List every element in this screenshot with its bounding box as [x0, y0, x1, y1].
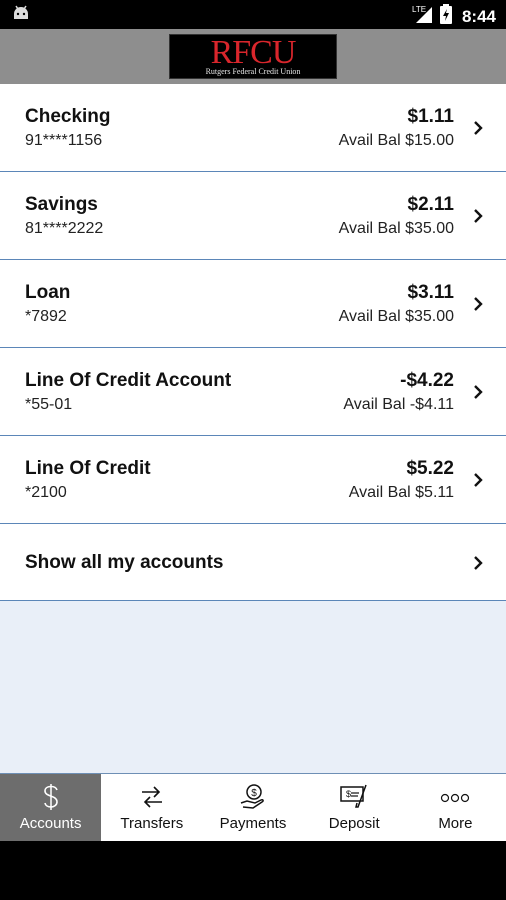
account-number: 81****2222	[25, 220, 104, 237]
tab-transfers[interactable]: Transfers	[101, 774, 202, 841]
accounts-list: Checking 91****1156 $1.11 Avail Bal $15.…	[0, 84, 506, 773]
tab-label: Deposit	[328, 815, 380, 832]
account-row-line-of-credit[interactable]: Line Of Credit *2100 $5.22 Avail Bal $5.…	[0, 436, 506, 524]
chevron-right-icon	[474, 121, 483, 135]
android-icon	[12, 5, 30, 26]
account-name: Line Of Credit	[25, 458, 151, 479]
account-balance: $2.11	[407, 194, 455, 215]
tab-label: More	[438, 815, 473, 832]
account-number: *2100	[25, 484, 67, 501]
more-dots-icon	[440, 790, 470, 808]
account-row-checking[interactable]: Checking 91****1156 $1.11 Avail Bal $15.…	[0, 84, 506, 172]
show-all-accounts-label: Show all my accounts	[25, 552, 224, 573]
network-type: LTE	[412, 5, 426, 14]
account-name: Loan	[25, 282, 71, 303]
status-bar: LTE 8:44	[0, 0, 506, 29]
account-row-loan[interactable]: Loan *7892 $3.11 Avail Bal $35.00	[0, 260, 506, 348]
account-balance: $3.11	[407, 282, 455, 303]
available-balance: Avail Bal $15.00	[338, 132, 454, 149]
account-balance: -$4.22	[400, 370, 454, 391]
chevron-right-icon	[474, 209, 483, 223]
battery-icon	[439, 4, 452, 29]
account-number: *55-01	[25, 396, 73, 413]
transfer-arrows-icon	[139, 783, 165, 816]
available-balance: Avail Bal $35.00	[338, 308, 454, 325]
account-number: *7892	[25, 308, 67, 325]
chevron-right-icon	[474, 556, 483, 570]
account-balance: $1.11	[407, 106, 455, 127]
available-balance: Avail Bal $35.00	[338, 220, 454, 237]
logo-subtext: Rutgers Federal Credit Union	[205, 67, 301, 76]
available-balance: Avail Bal -$4.11	[343, 396, 454, 413]
system-navigation-area	[0, 841, 506, 900]
available-balance: Avail Bal $5.11	[348, 484, 454, 501]
tab-label: Payments	[219, 815, 287, 832]
show-all-accounts-row[interactable]: Show all my accounts	[0, 524, 506, 601]
bottom-tab-bar: Accounts Transfers $ Payments $ Deposit …	[0, 773, 506, 841]
tab-accounts[interactable]: Accounts	[0, 774, 102, 841]
dollar-icon	[41, 783, 61, 816]
logo-text: RFCU	[210, 34, 297, 71]
tab-more[interactable]: More	[405, 774, 506, 841]
account-row-line-of-credit-account[interactable]: Line Of Credit Account *55-01 -$4.22 Ava…	[0, 348, 506, 436]
hand-coin-icon: $	[239, 783, 267, 816]
rfcu-logo: RFCU Rutgers Federal Credit Union	[169, 34, 337, 79]
svg-text:$: $	[346, 789, 351, 799]
chevron-right-icon	[474, 473, 483, 487]
chevron-right-icon	[474, 385, 483, 399]
clock: 8:44	[461, 6, 496, 26]
tab-label: Accounts	[19, 815, 82, 832]
check-deposit-icon: $	[339, 783, 369, 816]
account-name: Checking	[25, 106, 111, 127]
tab-label: Transfers	[120, 815, 184, 832]
account-balance: $5.22	[406, 458, 454, 479]
app-header: RFCU Rutgers Federal Credit Union	[0, 29, 506, 84]
account-name: Savings	[25, 194, 98, 215]
tab-payments[interactable]: $ Payments	[202, 774, 303, 841]
account-name: Line Of Credit Account	[25, 370, 232, 391]
svg-text:$: $	[251, 788, 257, 799]
signal-icon: LTE	[412, 4, 434, 29]
tab-deposit[interactable]: $ Deposit	[304, 774, 405, 841]
account-row-savings[interactable]: Savings 81****2222 $2.11 Avail Bal $35.0…	[0, 172, 506, 260]
chevron-right-icon	[474, 297, 483, 311]
account-number: 91****1156	[25, 132, 103, 149]
